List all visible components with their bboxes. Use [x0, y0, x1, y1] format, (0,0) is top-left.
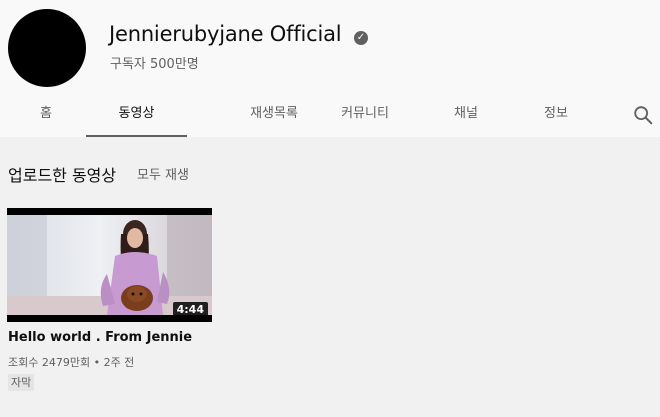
channel-header: Jennierubyjane Official ✓ 구독자 500만명 홈 동영… — [0, 0, 660, 137]
check-circle-icon: ✓ — [354, 31, 368, 45]
channel-avatar[interactable] — [8, 9, 86, 87]
channel-name[interactable]: Jennierubyjane Official — [109, 22, 342, 46]
subscriber-count: 구독자 500만명 — [110, 57, 199, 72]
subtitles-badge: 자막 — [8, 374, 35, 391]
active-tab-indicator — [86, 135, 187, 137]
video-duration: 4:44 — [172, 302, 208, 317]
tab-home[interactable]: 홈 — [22, 98, 70, 137]
tab-videos[interactable]: 동영상 — [86, 98, 187, 137]
tab-channels[interactable]: 채널 — [436, 98, 496, 137]
video-thumbnail[interactable]: 4:44 — [7, 208, 212, 322]
video-metadata: 조회수 2479만회 • 2주 전 — [8, 356, 135, 369]
channel-tabs: 홈 동영상 재생목록 커뮤니티 채널 정보 — [0, 98, 660, 137]
section-title: 업로드한 동영상 — [8, 166, 117, 185]
search-icon[interactable] — [632, 104, 654, 126]
play-all-button[interactable]: 모두 재생 — [137, 164, 189, 183]
video-title[interactable]: Hello world . From Jennie — [8, 330, 192, 345]
tab-about[interactable]: 정보 — [526, 98, 586, 137]
tab-community[interactable]: 커뮤니티 — [316, 98, 414, 137]
